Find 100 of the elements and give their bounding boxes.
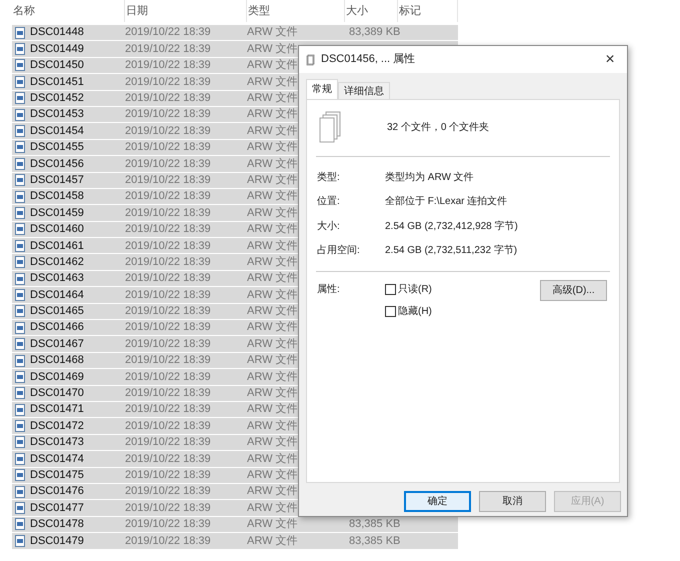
property-label: 大小: (316, 220, 341, 234)
file-date: 2019/10/22 18:39 (125, 107, 211, 122)
file-type: ARW 文件 (247, 320, 298, 336)
image-file-icon (15, 387, 25, 400)
image-file-icon (15, 370, 25, 383)
file-name: DSC01453 (30, 107, 84, 122)
file-size: 83,385 KB (349, 534, 400, 549)
file-type: ARW 文件 (247, 124, 298, 139)
tab[interactable]: 常规 (306, 79, 338, 99)
file-type: ARW 文件 (247, 468, 298, 483)
file-type: ARW 文件 (247, 352, 298, 368)
image-file-icon (15, 141, 25, 154)
file-date: 2019/10/22 18:39 (125, 25, 211, 40)
file-type: ARW 文件 (247, 386, 298, 402)
file-date: 2019/10/22 18:39 (125, 386, 211, 402)
image-file-icon (15, 92, 25, 104)
file-type: ARW 文件 (247, 402, 298, 418)
file-date: 2019/10/22 18:39 (125, 468, 211, 483)
image-file-icon (15, 420, 25, 432)
file-date: 2019/10/22 18:39 (125, 156, 211, 172)
file-name: DSC01454 (30, 124, 84, 139)
image-file-icon (15, 305, 25, 318)
file-type: ARW 文件 (247, 270, 298, 286)
image-file-icon (15, 240, 25, 252)
column-header[interactable]: 名称 (12, 0, 125, 22)
column-header[interactable]: 标记 (398, 0, 458, 22)
image-file-icon (15, 404, 25, 416)
image-file-icon (15, 338, 25, 350)
file-size: 83,389 KB (349, 25, 400, 40)
file-name: DSC01459 (30, 206, 84, 221)
file-name: DSC01472 (30, 418, 84, 434)
image-file-icon (15, 207, 25, 219)
file-date: 2019/10/22 18:39 (125, 353, 211, 368)
file-date: 2019/10/22 18:39 (125, 222, 211, 238)
image-file-icon (15, 158, 25, 170)
file-type: ARW 文件 (247, 500, 298, 516)
image-file-icon (15, 43, 25, 56)
file-date: 2019/10/22 18:39 (125, 91, 211, 106)
file-type: ARW 文件 (247, 516, 298, 532)
close-button[interactable]: × (599, 52, 621, 68)
file-name: DSC01466 (30, 320, 84, 336)
file-date: 2019/10/22 18:39 (125, 500, 211, 516)
file-name: DSC01468 (30, 353, 84, 368)
file-date: 2019/10/22 18:39 (125, 402, 211, 418)
file-name: DSC01467 (30, 336, 84, 352)
file-date: 2019/10/22 18:39 (125, 172, 211, 188)
column-header[interactable]: 日期 (125, 0, 247, 22)
file-name: DSC01464 (30, 288, 84, 303)
file-type: ARW 文件 (247, 188, 298, 204)
file-name: DSC01477 (30, 500, 84, 516)
file-name: DSC01465 (30, 304, 84, 320)
file-name: DSC01476 (30, 484, 84, 500)
property-label: 类型: (316, 170, 341, 185)
dialog-button[interactable]: 确定 (404, 491, 471, 512)
file-name: DSC01448 (30, 25, 84, 40)
file-date: 2019/10/22 18:39 (125, 418, 211, 434)
file-date: 2019/10/22 18:39 (125, 370, 211, 385)
image-file-icon (15, 190, 25, 203)
file-type: ARW 文件 (247, 254, 298, 270)
column-header[interactable]: 大小 (345, 0, 398, 22)
file-name: DSC01449 (30, 42, 84, 57)
image-file-icon (15, 125, 25, 138)
file-name: DSC01457 (30, 172, 84, 188)
file-name: DSC01473 (30, 435, 84, 450)
file-name: DSC01474 (30, 452, 84, 467)
file-date: 2019/10/22 18:39 (125, 140, 211, 156)
file-type: ARW 文件 (247, 238, 298, 254)
file-name: DSC01478 (30, 517, 84, 532)
file-type: ARW 文件 (247, 370, 298, 385)
image-file-icon (15, 452, 25, 465)
file-date: 2019/10/22 18:39 (125, 288, 211, 303)
image-file-icon (15, 76, 25, 88)
file-date: 2019/10/22 18:39 (125, 42, 211, 57)
documents-icon (305, 54, 317, 66)
file-date: 2019/10/22 18:39 (125, 74, 211, 90)
file-date: 2019/10/22 18:39 (125, 452, 211, 467)
image-file-icon (15, 26, 25, 39)
file-type: ARW 文件 (247, 156, 298, 172)
file-type: ARW 文件 (247, 172, 298, 188)
image-file-icon (15, 469, 25, 482)
dialog-button[interactable]: 取消 (479, 491, 546, 512)
advanced-button[interactable]: 高级(D)... (540, 280, 607, 301)
file-type: ARW 文件 (247, 106, 298, 122)
file-name: DSC01455 (30, 140, 84, 156)
image-file-icon (15, 486, 25, 498)
file-name: DSC01461 (30, 238, 84, 254)
file-type: ARW 文件 (247, 336, 298, 352)
tab[interactable]: 详细信息 (338, 82, 390, 99)
file-name: DSC01456 (30, 156, 84, 172)
file-row[interactable]: DSC01448 2019/10/22 18:39 ARW 文件 83,389 KB (12, 25, 458, 42)
file-date: 2019/10/22 18:39 (125, 484, 211, 500)
image-file-icon (15, 256, 25, 268)
image-file-icon (15, 436, 25, 448)
file-date: 2019/10/22 18:39 (125, 517, 211, 532)
file-name: DSC01460 (30, 222, 84, 238)
column-header[interactable]: 类型 (247, 0, 345, 22)
file-row[interactable]: DSC01478 2019/10/22 18:39 ARW 文件 83,385 KB (12, 516, 458, 534)
file-type: ARW 文件 (247, 484, 298, 500)
image-file-icon (15, 174, 25, 186)
file-row[interactable]: DSC01479 2019/10/22 18:39 ARW 文件 83,385 KB (12, 533, 458, 550)
